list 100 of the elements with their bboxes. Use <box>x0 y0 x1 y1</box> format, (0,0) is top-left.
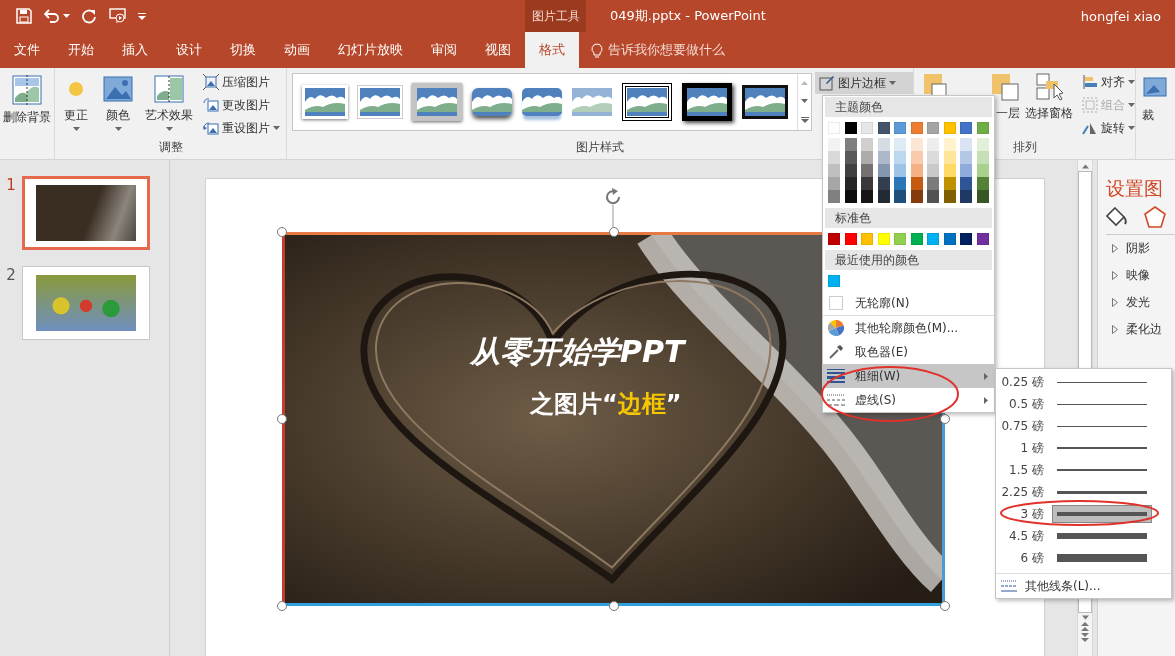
menu-item[interactable]: 0.75 磅 <box>996 415 1171 437</box>
color-swatch[interactable] <box>844 151 857 164</box>
ribbon-tab[interactable]: 切换 <box>216 32 270 68</box>
picture-command-button[interactable]: 重设图片 <box>203 118 280 138</box>
resize-handle[interactable] <box>277 414 287 424</box>
color-swatch[interactable] <box>844 164 857 177</box>
color-swatch[interactable] <box>927 233 940 245</box>
menu-item[interactable]: 1 磅 <box>996 437 1171 459</box>
color-swatch[interactable] <box>828 190 840 203</box>
menu-item[interactable]: 0.25 磅 <box>996 371 1171 393</box>
menu-item[interactable]: 2.25 磅 <box>996 481 1171 503</box>
color-swatch[interactable] <box>894 164 907 177</box>
color-swatch[interactable] <box>861 233 874 245</box>
presentation-icon[interactable] <box>109 8 126 24</box>
ribbon-tab[interactable]: 审阅 <box>417 32 471 68</box>
menu-item[interactable]: 4.5 磅 <box>996 525 1171 547</box>
color-swatch[interactable] <box>960 233 973 245</box>
color-swatch[interactable] <box>844 177 857 190</box>
pane-section[interactable]: 阴影 <box>1106 235 1175 262</box>
user-name[interactable]: hongfei xiao <box>1080 8 1161 24</box>
pane-section[interactable]: 柔化边 <box>1106 316 1175 343</box>
color-swatch[interactable] <box>861 151 874 164</box>
pane-section[interactable]: 发光 <box>1106 289 1175 316</box>
tell-me-search[interactable]: 告诉我你想要做什么 <box>591 32 725 68</box>
color-swatch[interactable] <box>910 190 923 203</box>
color-swatch[interactable] <box>844 122 857 134</box>
color-swatch[interactable] <box>943 177 956 190</box>
color-swatch[interactable] <box>828 151 840 164</box>
color-swatch[interactable] <box>861 190 874 203</box>
color-swatch[interactable] <box>894 190 907 203</box>
scroll-down-icon[interactable] <box>801 99 808 103</box>
resize-handle[interactable] <box>940 601 950 611</box>
adjust-button[interactable]: 艺术效果 <box>139 72 199 133</box>
color-swatch[interactable] <box>844 233 857 245</box>
resize-handle[interactable] <box>940 414 950 424</box>
ribbon-tab[interactable]: 格式 <box>525 32 579 68</box>
color-swatch[interactable] <box>910 164 923 177</box>
scroll-up-icon[interactable] <box>1081 164 1089 169</box>
color-swatch[interactable] <box>976 190 989 203</box>
previous-slide-icon[interactable] <box>1081 622 1089 631</box>
color-swatch[interactable] <box>927 190 940 203</box>
color-swatch[interactable] <box>910 138 923 151</box>
color-swatch[interactable] <box>877 164 890 177</box>
color-swatch[interactable] <box>976 122 989 134</box>
color-swatch[interactable] <box>828 138 840 151</box>
color-swatch[interactable] <box>894 233 907 245</box>
color-swatch[interactable] <box>943 122 956 134</box>
color-swatch[interactable] <box>927 164 940 177</box>
color-swatch[interactable] <box>861 164 874 177</box>
color-swatch[interactable] <box>943 164 956 177</box>
arrange-command-button[interactable]: 对齐 <box>1082 72 1135 92</box>
color-swatch[interactable] <box>894 122 907 134</box>
rotate-handle-icon[interactable] <box>603 188 623 230</box>
color-swatch[interactable] <box>927 151 940 164</box>
color-swatch[interactable] <box>910 233 923 245</box>
color-swatch[interactable] <box>943 138 956 151</box>
ribbon-tab[interactable]: 视图 <box>471 32 525 68</box>
picture-border-button[interactable]: 图片边框 <box>815 72 913 94</box>
arrange-command-button[interactable]: 旋转 <box>1082 118 1135 138</box>
color-swatch[interactable] <box>927 138 940 151</box>
color-swatch[interactable] <box>976 177 989 190</box>
color-swatch[interactable] <box>910 122 923 134</box>
color-swatch[interactable] <box>877 138 890 151</box>
crop-button[interactable]: 裁 <box>1136 72 1175 126</box>
slide-thumbnail[interactable] <box>22 266 150 340</box>
scroll-down-icon[interactable] <box>1081 615 1089 620</box>
menu-item[interactable]: 其他线条(L)... <box>996 573 1171 598</box>
color-swatch[interactable] <box>861 122 874 134</box>
color-swatch[interactable] <box>943 151 956 164</box>
ribbon-tab[interactable]: 开始 <box>54 32 108 68</box>
selection-pane-button[interactable]: 选择窗格 <box>1019 72 1078 122</box>
color-swatch[interactable] <box>828 275 840 287</box>
color-swatch[interactable] <box>960 177 973 190</box>
slide-thumbnail[interactable] <box>22 176 150 250</box>
color-swatch[interactable] <box>861 177 874 190</box>
undo-icon[interactable] <box>44 9 60 23</box>
pentagon-icon[interactable] <box>1144 206 1166 228</box>
color-swatch[interactable] <box>844 190 857 203</box>
color-swatch[interactable] <box>976 138 989 151</box>
adjust-button[interactable]: 更正 <box>55 72 97 133</box>
color-swatch[interactable] <box>976 233 989 245</box>
color-swatch[interactable] <box>960 151 973 164</box>
more-icon[interactable] <box>800 117 809 123</box>
resize-handle[interactable] <box>608 601 619 611</box>
customize-menu-icon[interactable] <box>138 12 146 20</box>
color-swatch[interactable] <box>927 177 940 190</box>
color-swatch[interactable] <box>877 233 890 245</box>
color-swatch[interactable] <box>877 177 890 190</box>
color-swatch[interactable] <box>877 122 890 134</box>
paint-bucket-icon[interactable] <box>1106 206 1128 228</box>
menu-item[interactable]: 6 磅 <box>996 547 1171 569</box>
color-swatch[interactable] <box>960 122 973 134</box>
color-swatch[interactable] <box>828 164 840 177</box>
menu-item[interactable]: 无轮廓(N) <box>823 291 994 315</box>
picture-command-button[interactable]: 更改图片 <box>203 95 280 115</box>
color-swatch[interactable] <box>943 233 956 245</box>
adjust-button[interactable]: 颜色 <box>97 72 139 133</box>
color-swatch[interactable] <box>910 151 923 164</box>
color-swatch[interactable] <box>960 190 973 203</box>
color-swatch[interactable] <box>828 177 840 190</box>
